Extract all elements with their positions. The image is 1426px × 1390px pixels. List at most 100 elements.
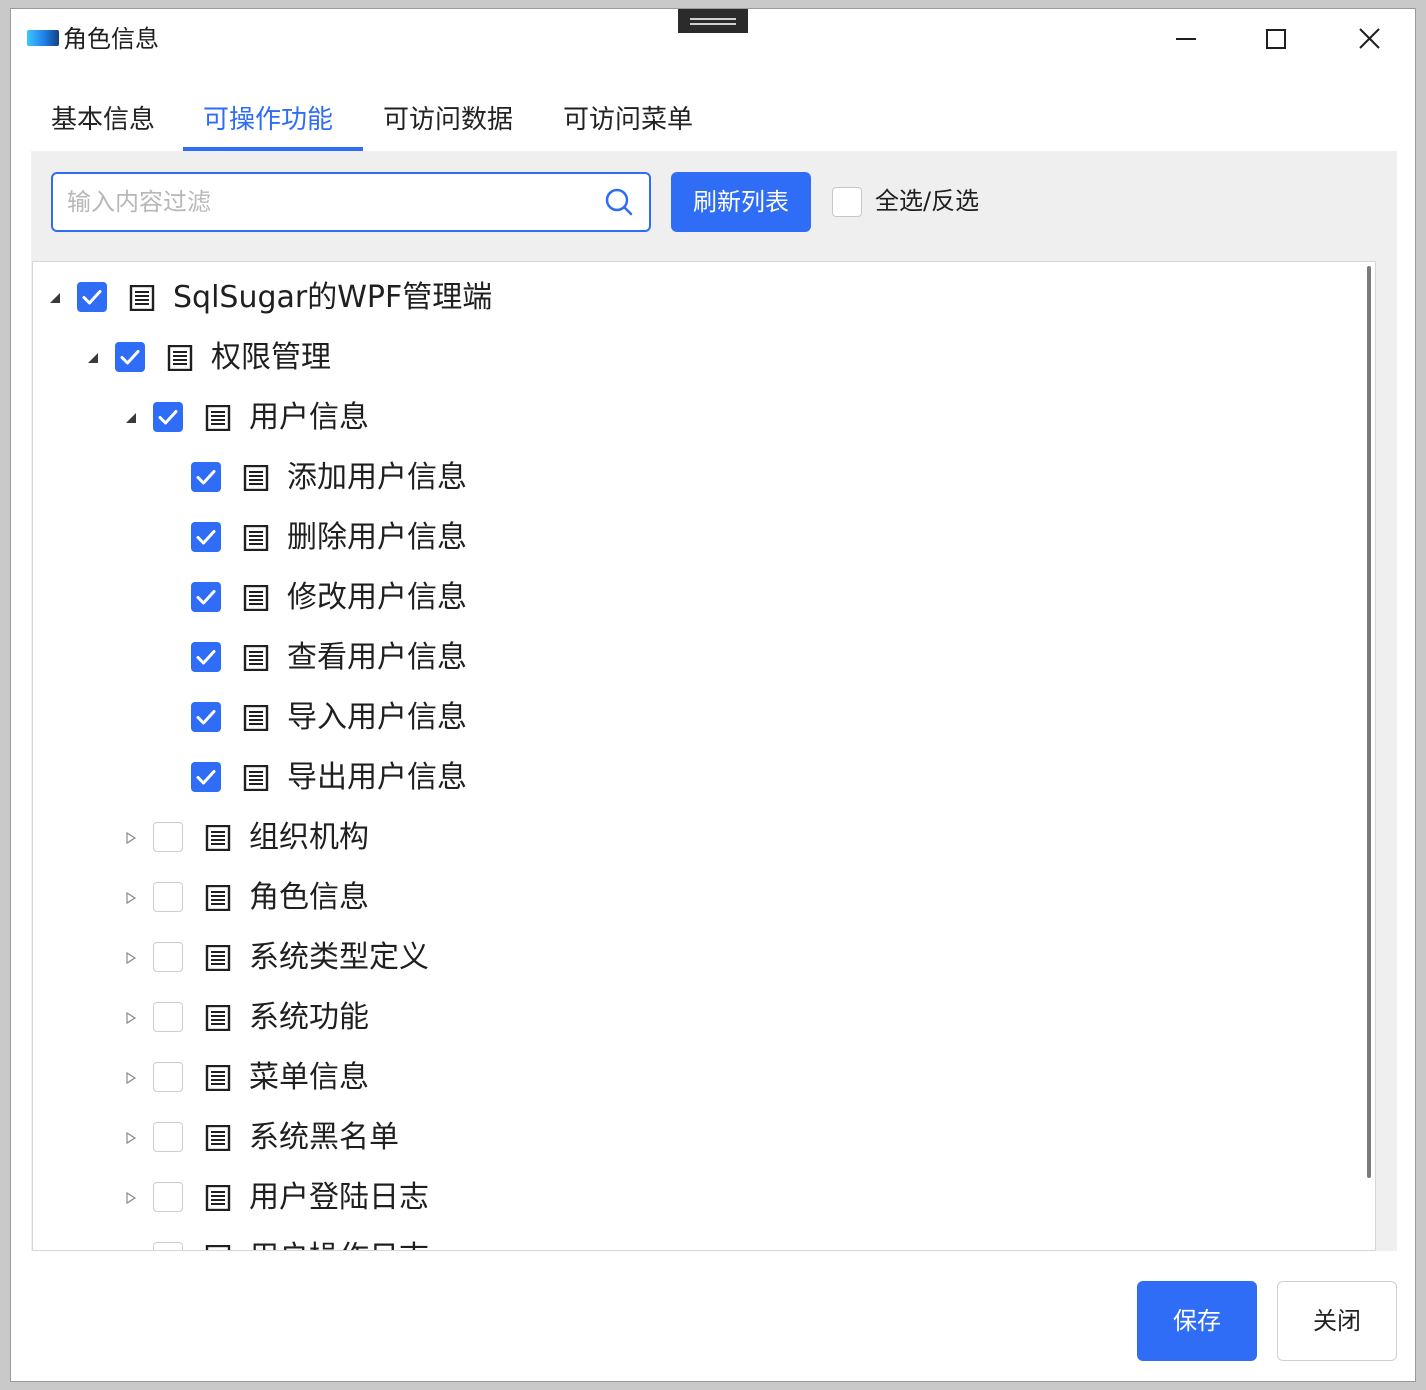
check-icon [82,290,102,305]
node-checkbox[interactable] [191,702,221,732]
collapsed-arrow-icon[interactable] [125,1012,137,1024]
tree-node[interactable]: 系统类型定义 [33,928,1353,988]
tree-node[interactable]: SqlSugar的WPF管理端 [33,268,1353,328]
node-checkbox[interactable] [191,642,221,672]
list-document-icon [205,945,231,971]
tree-node[interactable]: 查看用户信息 [33,628,1353,688]
list-document-icon [205,1065,231,1091]
tree-node-label: 导入用户信息 [287,700,467,735]
list-document-icon [205,405,231,431]
tree-node[interactable]: 菜单信息 [33,1048,1353,1108]
tree-node[interactable]: 系统黑名单 [33,1108,1353,1168]
list-document-icon [205,1005,231,1031]
list-document-icon [243,645,269,671]
save-button[interactable]: 保存 [1137,1281,1257,1361]
list-document-icon [205,825,231,851]
tree-node-label: 删除用户信息 [287,520,467,555]
node-checkbox[interactable] [153,1122,183,1152]
tree-node-label: 查看用户信息 [287,640,467,675]
tree-node[interactable]: 用户登陆日志 [33,1168,1353,1228]
collapsed-arrow-icon[interactable] [125,832,137,844]
filter-input[interactable] [67,174,587,230]
list-document-icon [243,585,269,611]
node-checkbox[interactable] [115,342,145,372]
close-window-button[interactable] [1339,17,1399,61]
list-document-icon [243,465,269,491]
node-checkbox[interactable] [153,942,183,972]
tree-node[interactable]: 权限管理 [33,328,1353,388]
tree-node[interactable]: 导出用户信息 [33,748,1353,808]
check-icon [196,590,216,605]
check-icon [158,410,178,425]
node-checkbox[interactable] [191,462,221,492]
role-info-window: 角色信息 基本信息 可操作功能 可访问数据 可访问菜单 刷新列表 [10,8,1416,1382]
list-document-icon [243,525,269,551]
node-checkbox[interactable] [153,822,183,852]
minimize-button[interactable] [1156,17,1216,61]
filter-box [51,172,651,232]
tree-node-label: 角色信息 [249,880,369,915]
tree-node[interactable]: 系统功能 [33,988,1353,1048]
expanded-arrow-icon[interactable] [87,352,99,364]
collapsed-arrow-icon[interactable] [125,892,137,904]
node-checkbox[interactable] [153,1242,183,1250]
tree-node-label: SqlSugar的WPF管理端 [173,280,493,315]
tab-operable-functions[interactable]: 可操作功能 [203,89,333,151]
check-icon [196,710,216,725]
tree-node-label: 系统类型定义 [249,940,429,975]
node-checkbox[interactable] [153,1002,183,1032]
tree-node[interactable]: 组织机构 [33,808,1353,868]
list-document-icon [205,1245,231,1250]
select-all-checkbox[interactable] [832,187,862,217]
tree-node[interactable]: 删除用户信息 [33,508,1353,568]
node-checkbox[interactable] [191,522,221,552]
list-document-icon [205,1185,231,1211]
node-checkbox[interactable] [153,1182,183,1212]
tab-accessible-data[interactable]: 可访问数据 [383,89,513,151]
close-icon [1359,28,1380,49]
tree-node-label: 系统功能 [249,1000,369,1035]
tree-node-label: 添加用户信息 [287,460,467,495]
tree-node[interactable]: 添加用户信息 [33,448,1353,508]
collapsed-arrow-icon[interactable] [125,1132,137,1144]
node-checkbox[interactable] [191,762,221,792]
tree-node-label: 菜单信息 [249,1060,369,1095]
close-button[interactable]: 关闭 [1277,1281,1397,1361]
node-checkbox[interactable] [153,882,183,912]
node-checkbox[interactable] [153,402,183,432]
list-document-icon [243,705,269,731]
node-checkbox[interactable] [153,1062,183,1092]
tree-node[interactable]: 用户信息 [33,388,1353,448]
collapsed-arrow-icon[interactable] [125,1072,137,1084]
check-icon [196,470,216,485]
app-logo-icon [27,30,59,46]
node-checkbox[interactable] [191,582,221,612]
tree-node[interactable]: 用户操作日志 [33,1228,1353,1250]
check-icon [196,650,216,665]
check-icon [196,530,216,545]
list-document-icon [129,285,155,311]
tree-node-label: 系统黑名单 [249,1120,399,1155]
refresh-list-button[interactable]: 刷新列表 [671,172,811,232]
select-all-label[interactable]: 全选/反选 [875,181,979,221]
maximize-button[interactable] [1246,17,1306,61]
tree-node[interactable]: 导入用户信息 [33,688,1353,748]
function-tree: SqlSugar的WPF管理端权限管理用户信息添加用户信息 删除用户信息修改用户信… [32,261,1376,1251]
tab-accessible-menus[interactable]: 可访问菜单 [563,89,693,151]
collapsed-arrow-icon[interactable] [125,1192,137,1204]
collapsed-arrow-icon[interactable] [125,952,137,964]
tree-node[interactable]: 修改用户信息 [33,568,1353,628]
snap-layout-handle[interactable] [678,9,748,33]
minimize-icon [1176,38,1196,40]
tree-scrollbar[interactable] [1367,266,1371,1178]
tree-node-label: 用户登陆日志 [249,1180,429,1215]
expanded-arrow-icon[interactable] [125,412,137,424]
tree-node[interactable]: 角色信息 [33,868,1353,928]
expanded-arrow-icon[interactable] [49,292,61,304]
node-checkbox[interactable] [77,282,107,312]
tree-node-label: 用户信息 [249,400,369,435]
functions-panel: 刷新列表 全选/反选 SqlSugar的WPF管理端权限管理用户信息添加用户信息… [31,151,1397,1251]
search-icon[interactable] [603,186,635,218]
check-icon [196,770,216,785]
tab-basic-info[interactable]: 基本信息 [51,89,155,151]
